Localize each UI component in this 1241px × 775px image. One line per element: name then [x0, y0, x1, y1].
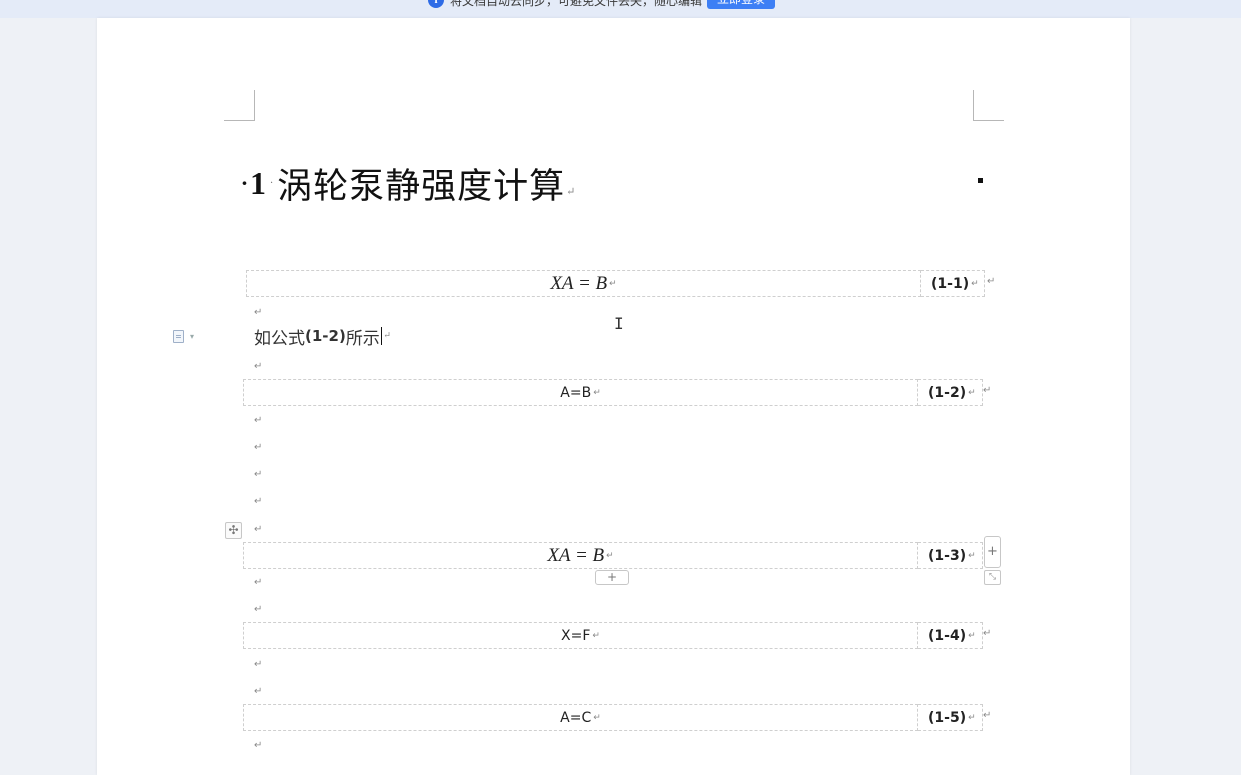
- paragraph-mark: ↵: [383, 331, 391, 341]
- paragraph-mark: ↵: [254, 415, 263, 426]
- heading-title: 涡轮泵静强度计算: [277, 166, 566, 207]
- paragraph-mark: ↵: [254, 496, 263, 507]
- document-page[interactable]: · 1 · 涡轮泵静强度计算 ↵ XA = B ↵ (1-1) ↵ ↵ ↵ I 如公…: [97, 18, 1130, 775]
- equation-number: (1-5): [928, 709, 967, 726]
- body-text-after: 所示: [345, 328, 380, 349]
- body-text-before: 如公式: [254, 328, 305, 349]
- paragraph-mark: ↵: [592, 630, 600, 641]
- login-button[interactable]: 立即登录: [707, 0, 775, 9]
- cloud-sync-notice: i 将文档自动云同步，可避免文件丢失，随心编辑: [428, 0, 702, 9]
- notice-text: 将文档自动云同步，可避免文件丢失，随心编辑: [450, 0, 703, 8]
- cloud-sync-notice-bar: i 将文档自动云同步，可避免文件丢失，随心编辑 立即登录: [0, 0, 1241, 18]
- equation-number-cell[interactable]: (1-3) ↵: [918, 542, 983, 569]
- equation-row-1-3[interactable]: XA = B ↵ (1-3) ↵: [243, 542, 983, 569]
- equation-number-cell[interactable]: (1-4) ↵: [918, 622, 983, 649]
- paragraph-mark: ↵: [254, 307, 263, 318]
- paragraph-mark: ↵: [606, 550, 614, 560]
- equation-row-1-5[interactable]: A=C ↵ (1-5) ↵: [243, 704, 983, 731]
- paragraph-mark: ↵: [968, 630, 976, 641]
- equation-number-cell[interactable]: (1-2) ↵: [918, 379, 983, 406]
- paragraph-mark: ↵: [609, 278, 617, 288]
- paragraph-mark: ↵: [254, 686, 263, 697]
- heading-end-marker: [978, 178, 983, 183]
- paragraph-mark: ↵: [593, 387, 601, 398]
- paragraph-mark: ↵: [254, 659, 263, 670]
- equation-cell[interactable]: X=F ↵: [243, 622, 918, 649]
- equation-reference[interactable]: (1-2): [305, 327, 346, 345]
- equation-formula: A=B: [560, 384, 592, 401]
- equation-cell[interactable]: XA = B ↵: [246, 270, 921, 297]
- margin-corner-top-right: [973, 90, 1004, 121]
- text-caret: [380, 327, 383, 345]
- equation-cell[interactable]: XA = B ↵: [243, 542, 918, 569]
- row-end-mark: ↵: [983, 710, 992, 721]
- add-column-button[interactable]: +: [984, 536, 1001, 568]
- equation-number: (1-4): [928, 627, 967, 644]
- table-move-handle-icon[interactable]: ✣: [225, 522, 242, 539]
- equation-number: (1-3): [928, 547, 967, 564]
- heading-1[interactable]: · 1 · 涡轮泵静强度计算 ↵: [241, 158, 575, 208]
- body-paragraph[interactable]: 如公式 (1-2) 所示 ↵: [254, 324, 391, 349]
- heading-number: 1: [249, 164, 266, 201]
- equation-row-1-1[interactable]: XA = B ↵ (1-1) ↵: [246, 270, 985, 297]
- paragraph-mark: ↵: [968, 712, 976, 723]
- paragraph-mark: ↵: [254, 524, 263, 535]
- equation-formula: XA = B: [550, 272, 608, 294]
- equation-cell[interactable]: A=B ↵: [243, 379, 918, 406]
- row-end-mark: ↵: [983, 628, 992, 639]
- margin-corner-top-left: [224, 90, 255, 121]
- paragraph-mark: ↵: [968, 387, 976, 398]
- equation-formula: XA = B: [547, 544, 605, 566]
- heading-bullet: ·: [241, 171, 248, 195]
- document-icon[interactable]: [173, 330, 184, 343]
- paragraph-mark: ↵: [254, 469, 263, 480]
- paragraph-mark: ↵: [968, 550, 976, 561]
- equation-number-cell[interactable]: (1-5) ↵: [918, 704, 983, 731]
- add-row-button[interactable]: +: [595, 570, 629, 585]
- equation-number: (1-1): [931, 275, 970, 292]
- equation-formula: A=C: [560, 709, 592, 726]
- equation-number: (1-2): [928, 384, 967, 401]
- table-resize-icon[interactable]: ⤡: [984, 570, 1001, 585]
- text-cursor-ibeam: I: [614, 314, 624, 333]
- space-mark: ·: [269, 177, 274, 189]
- paragraph-mark: ↵: [566, 185, 576, 198]
- paragraph-mark: ↵: [254, 442, 263, 453]
- row-end-mark: ↵: [987, 276, 996, 287]
- equation-cell[interactable]: A=C ↵: [243, 704, 918, 731]
- equation-number-cell[interactable]: (1-1) ↵: [921, 270, 985, 297]
- equation-row-1-2[interactable]: A=B ↵ (1-2) ↵: [243, 379, 983, 406]
- paragraph-mark: ↵: [254, 577, 263, 588]
- info-icon: i: [428, 0, 444, 8]
- paragraph-mark: ↵: [971, 278, 979, 289]
- chevron-down-icon[interactable]: ▾: [190, 332, 194, 341]
- paragraph-mark: ↵: [254, 361, 263, 372]
- row-end-mark: ↵: [983, 385, 992, 396]
- paragraph-mark: ↵: [254, 604, 263, 615]
- paragraph-mark: ↵: [254, 740, 263, 751]
- equation-row-1-4[interactable]: X=F ↵ (1-4) ↵: [243, 622, 983, 649]
- paragraph-mark: ↵: [593, 712, 601, 723]
- equation-formula: X=F: [561, 627, 591, 644]
